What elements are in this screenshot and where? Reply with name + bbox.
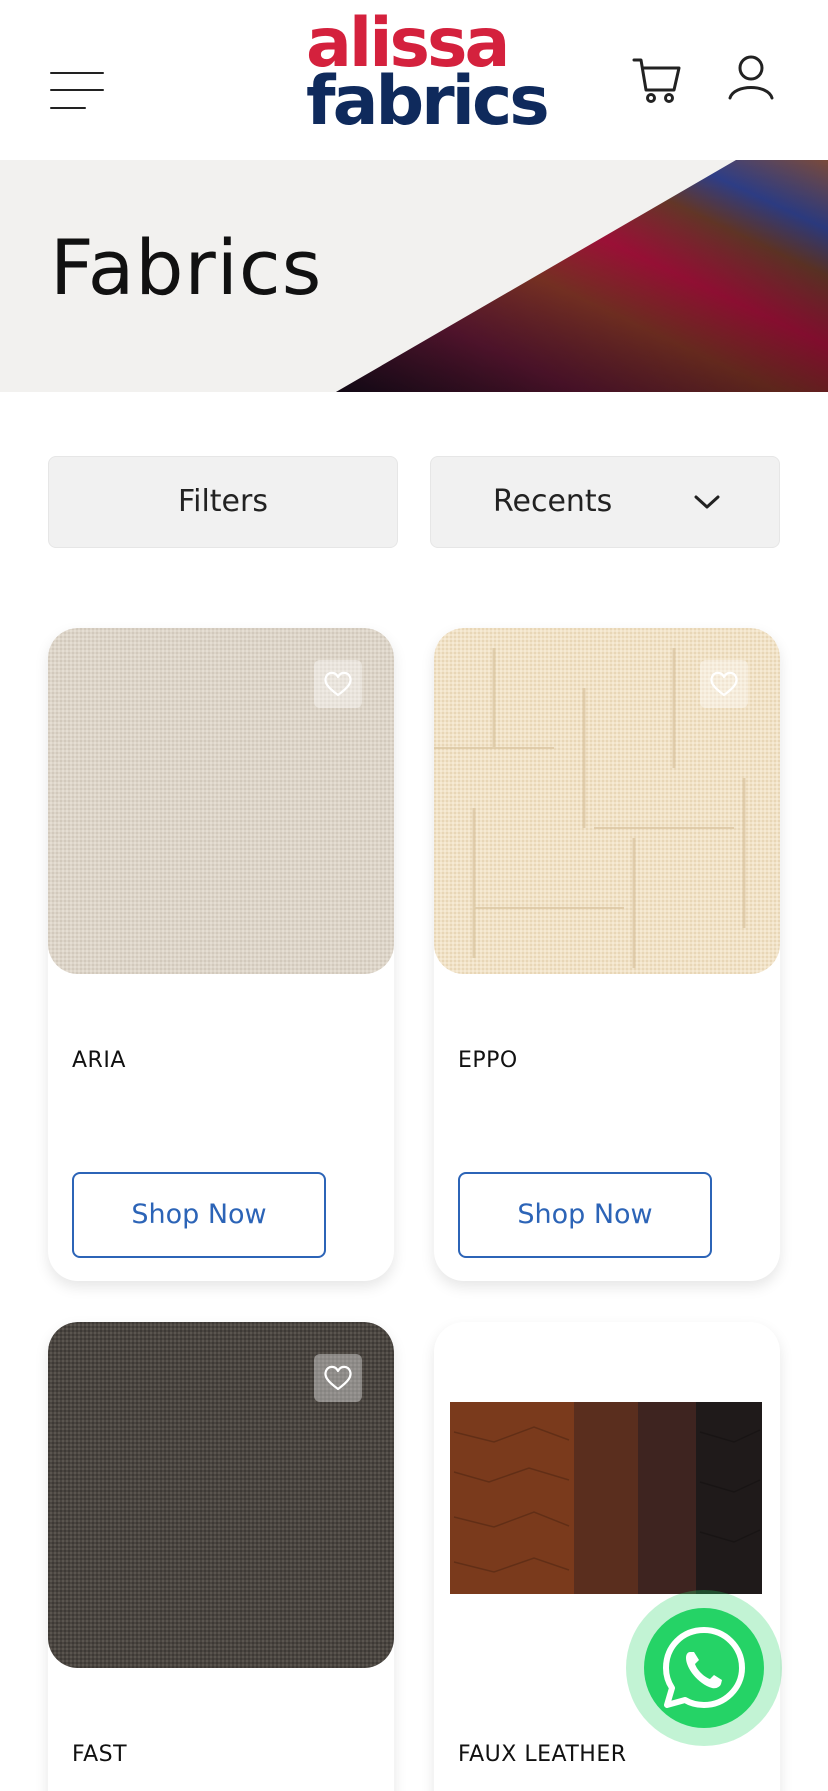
favorite-button[interactable]: [314, 660, 362, 708]
cart-button[interactable]: [632, 54, 682, 106]
logo-word-fabrics: fabrics: [306, 62, 550, 141]
favorite-button[interactable]: [314, 1354, 362, 1402]
whatsapp-icon: [663, 1627, 745, 1708]
shop-now-button[interactable]: Shop Now: [72, 1172, 326, 1258]
product-name: FAUX LEATHER: [458, 1742, 627, 1767]
page-title: Fabrics: [50, 223, 323, 312]
sort-select[interactable]: Recents: [430, 456, 780, 548]
menu-button[interactable]: [50, 72, 106, 112]
shop-now-button[interactable]: Shop Now: [458, 1172, 712, 1258]
user-icon: [728, 55, 774, 100]
favorite-button[interactable]: [700, 660, 748, 708]
heart-icon: [710, 671, 738, 697]
whatsapp-button-circle: [644, 1608, 764, 1728]
hamburger-icon-line: [50, 72, 104, 74]
product-card[interactable]: ARIA Shop Now: [48, 628, 394, 1281]
account-button[interactable]: [728, 54, 774, 104]
product-name: ARIA: [72, 1048, 126, 1073]
whatsapp-chat-button[interactable]: [626, 1590, 782, 1746]
brand-logo[interactable]: alissa fabrics: [300, 10, 550, 150]
product-name: EPPO: [458, 1048, 518, 1073]
chevron-down-icon: [694, 495, 720, 509]
product-card[interactable]: EPPO Shop Now: [434, 628, 780, 1281]
product-card[interactable]: FAST: [48, 1322, 394, 1791]
filters-button[interactable]: Filters: [48, 456, 398, 548]
site-header: alissa fabrics: [0, 0, 828, 160]
hamburger-icon-line: [50, 89, 104, 91]
product-name: FAST: [72, 1742, 128, 1767]
sort-selected-value: Recents: [493, 484, 613, 519]
hamburger-icon-line: [50, 107, 86, 109]
heart-icon: [324, 1365, 352, 1391]
page-banner: Fabrics: [0, 160, 828, 392]
heart-icon: [324, 671, 352, 697]
cart-icon: [632, 58, 681, 103]
